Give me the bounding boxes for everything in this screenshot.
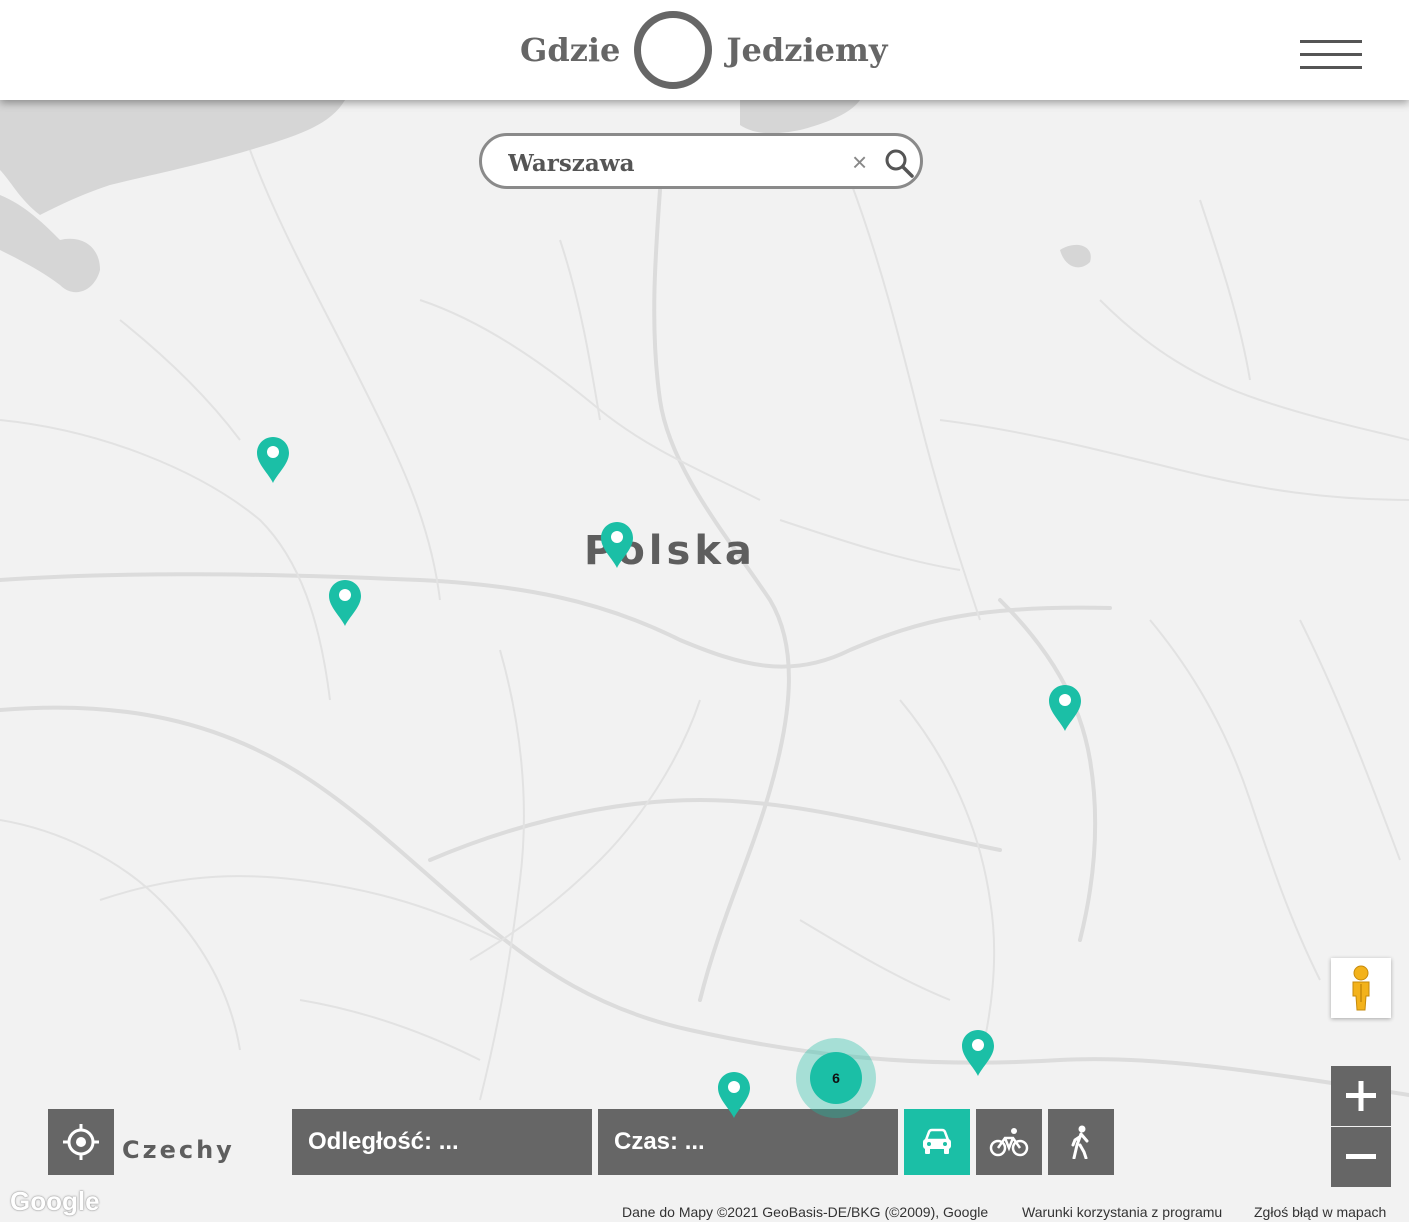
map-pin-icon — [718, 1072, 750, 1118]
map-background — [0, 100, 1409, 1222]
street-view-button[interactable] — [1331, 958, 1391, 1018]
terms-link[interactable]: Warunki korzystania z programu — [1022, 1204, 1222, 1220]
map-pin-icon[interactable] — [960, 1029, 996, 1077]
map-data-attribution: Dane do Mapy ©2021 GeoBasis-DE/BKG (©200… — [622, 1204, 989, 1220]
minus-icon — [1346, 1154, 1376, 1159]
pedestrian-icon — [1071, 1125, 1089, 1159]
zoom-out-button[interactable] — [1331, 1127, 1391, 1187]
zoom-in-button[interactable] — [1331, 1066, 1391, 1126]
google-logo[interactable]: Google — [10, 1186, 100, 1217]
locate-me-button[interactable] — [48, 1109, 114, 1175]
plus-icon — [1346, 1081, 1376, 1111]
map-pin-icon — [329, 580, 361, 626]
hamburger-menu-icon[interactable] — [1300, 38, 1362, 72]
logo-word-right: Jedziemy — [726, 31, 888, 69]
map-canvas[interactable]: Polska — [0, 100, 1409, 1222]
map-pin-icon[interactable] — [1047, 684, 1083, 732]
map-pin-icon[interactable] — [716, 1071, 752, 1119]
pegman-icon — [1352, 965, 1370, 1011]
app-logo[interactable]: Gdzie Jedziemy — [520, 10, 887, 90]
distance-display: Odległość: ... — [292, 1109, 592, 1175]
map-pin-icon — [1049, 685, 1081, 731]
app-header: Gdzie Jedziemy — [0, 0, 1409, 100]
report-error-link[interactable]: Zgłoś błąd w mapach — [1254, 1204, 1386, 1220]
mode-walk-button[interactable] — [1048, 1109, 1114, 1175]
logo-word-left: Gdzie — [520, 31, 621, 69]
clear-search-icon[interactable]: × — [852, 148, 867, 176]
map-pin-icon[interactable] — [599, 521, 635, 569]
logo-ring-icon — [634, 11, 713, 89]
marker-cluster[interactable]: 6 — [796, 1038, 876, 1118]
cluster-count: 6 — [810, 1052, 862, 1104]
mode-car-button[interactable] — [904, 1109, 970, 1175]
mode-bike-button[interactable] — [976, 1109, 1042, 1175]
search-input[interactable] — [506, 146, 830, 180]
bicycle-icon — [989, 1128, 1029, 1157]
search-box: × — [479, 133, 923, 189]
country-label-czechia: Czechy — [122, 1136, 235, 1164]
magnifier-icon[interactable] — [884, 148, 914, 178]
crosshair-icon — [63, 1124, 99, 1160]
map-pin-icon[interactable] — [327, 579, 363, 627]
car-icon — [923, 1128, 951, 1154]
map-pin-icon — [257, 437, 289, 483]
map-pin-icon — [962, 1030, 994, 1076]
map-pin-icon[interactable] — [255, 436, 291, 484]
map-pin-icon — [601, 522, 633, 568]
